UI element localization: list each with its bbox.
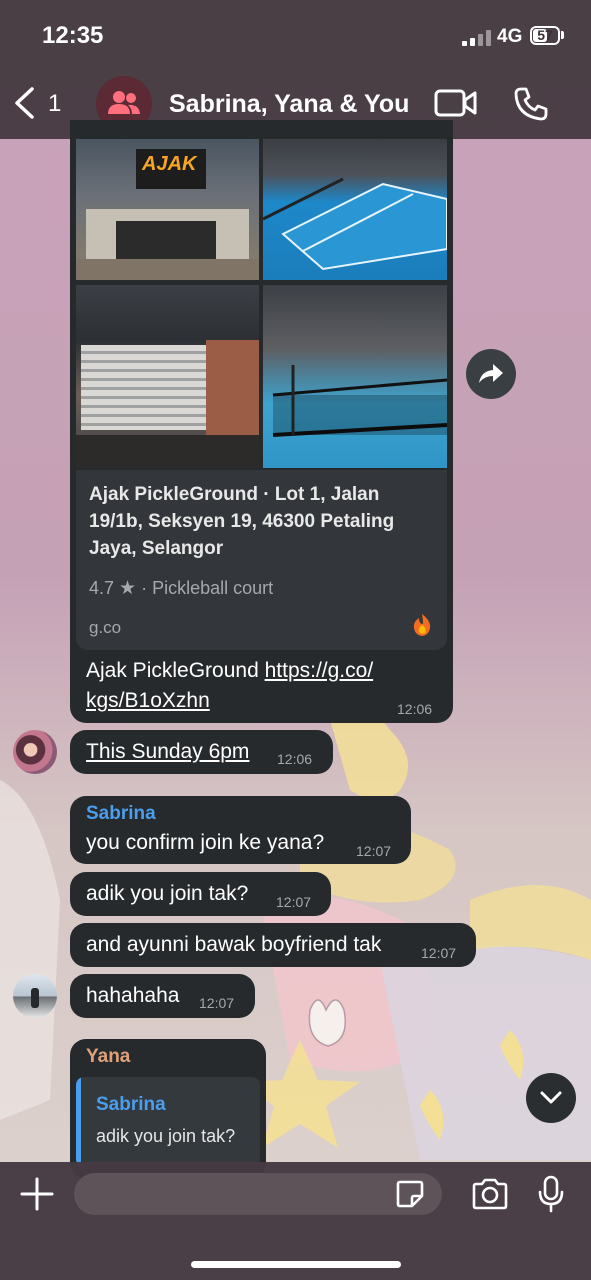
link-message-prefix: Ajak PickleGround	[86, 659, 259, 682]
star-icon: ★	[119, 578, 137, 599]
preview-rating: 4.7 ★ · Pickleball court	[89, 577, 273, 600]
chat-title[interactable]: Sabrina, Yana & You	[169, 90, 409, 119]
sender-name[interactable]: Sabrina	[86, 803, 156, 825]
preview-domain: g.co	[89, 618, 122, 637]
preview-photo-court[interactable]	[263, 139, 447, 280]
sender-avatar-sabrina[interactable]	[13, 730, 57, 774]
message-url-part-2[interactable]: kgs/B1oXzhn	[86, 689, 210, 713]
court-lines	[263, 177, 447, 271]
message-time: 12:06	[277, 751, 313, 767]
camera-icon[interactable]	[471, 1178, 509, 1210]
signal-strength-icon	[462, 30, 492, 46]
chat-header: 12:35 4G 57 1 Sabrina, Yana & You	[0, 0, 591, 139]
network-type: 4G	[497, 26, 523, 47]
message-url-part-1[interactable]: https://g.co/	[265, 659, 374, 682]
rating-value: 4.7	[89, 578, 115, 598]
battery-percent: 57	[537, 27, 553, 43]
preview-photo-net[interactable]	[263, 285, 447, 468]
court-net	[272, 365, 447, 437]
preview-title-line-1: Ajak PickleGround · Lot 1, Jalan	[89, 484, 380, 505]
preview-photo-wall[interactable]	[76, 285, 259, 468]
battery-tip	[561, 31, 564, 39]
message-time: 12:07	[356, 843, 392, 859]
quoted-message[interactable]: Sabrina adik you join tak?	[76, 1077, 260, 1167]
quoted-text: adik you join tak?	[96, 1126, 236, 1146]
video-call-icon[interactable]	[434, 88, 478, 118]
quote-accent-bar	[76, 1077, 81, 1167]
quoted-sender-name: Sabrina	[96, 1094, 166, 1115]
preview-photo-storefront[interactable]: AJAK	[76, 139, 259, 280]
storefront-sign: AJAK	[142, 153, 197, 175]
message-text-link[interactable]: This Sunday 6pm	[86, 740, 249, 763]
phone-icon[interactable]	[513, 86, 549, 122]
message-text: This Sunday 6pm	[86, 740, 249, 764]
message-time: 12:07	[421, 945, 457, 961]
status-time: 12:35	[42, 22, 104, 49]
preview-title-line-2: 19/1b, Seksyen 19, 46300 Petaling	[89, 511, 395, 532]
unread-count: 1	[48, 90, 62, 117]
sender-name[interactable]: Yana	[86, 1046, 130, 1068]
composer-bar	[0, 1162, 591, 1280]
place-category: · Pickleball court	[141, 578, 274, 598]
message-time: 12:06	[397, 701, 433, 717]
message-text: and ayunni bawak boyfriend tak	[86, 933, 382, 956]
message-text: you confirm join ke yana?	[86, 831, 325, 854]
microphone-icon[interactable]	[537, 1175, 565, 1213]
message-text: hahahaha	[86, 984, 180, 1007]
home-indicator[interactable]	[191, 1261, 401, 1268]
forward-icon	[479, 364, 503, 383]
forward-button[interactable]	[466, 349, 516, 399]
message-time: 12:07	[276, 894, 312, 910]
battery-icon: 57	[530, 26, 560, 45]
chevron-left-icon	[15, 87, 34, 119]
message-input[interactable]	[74, 1173, 442, 1215]
google-maps-logo-icon	[413, 614, 431, 636]
preview-title-line-3: Jaya, Selangor	[89, 538, 224, 559]
scroll-to-bottom-button[interactable]	[526, 1073, 576, 1123]
back-button[interactable]: 1	[12, 86, 72, 122]
sender-avatar-yana[interactable]	[13, 974, 57, 1018]
message-text: adik you join tak?	[86, 882, 249, 905]
chevron-down-icon	[540, 1091, 562, 1104]
sticker-icon[interactable]	[395, 1179, 425, 1209]
group-icon	[108, 91, 140, 114]
message-time: 12:07	[199, 995, 235, 1011]
plus-icon[interactable]	[20, 1177, 54, 1211]
link-message-text-line-1: Ajak PickleGround https://g.co/	[86, 659, 373, 683]
